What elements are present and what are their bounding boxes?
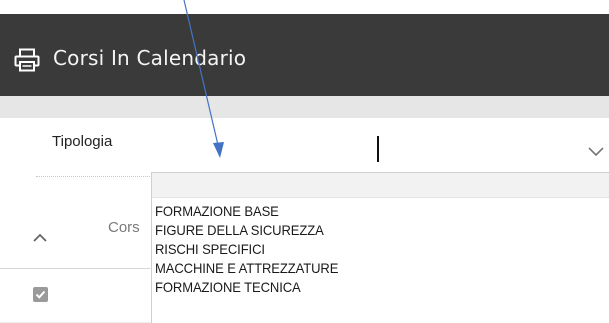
page-title: Corsi In Calendario bbox=[53, 46, 247, 70]
dropdown-option[interactable]: FORMAZIONE BASE bbox=[155, 202, 578, 221]
tipologia-dropdown[interactable]: FORMAZIONE BASE FIGURE DELLA SICUREZZA R… bbox=[151, 172, 609, 323]
field-underline bbox=[36, 176, 152, 177]
dropdown-option[interactable]: MACCHINE E ATTREZZATURE bbox=[155, 259, 578, 278]
row-checkbox[interactable] bbox=[33, 287, 48, 302]
dropdown-option[interactable]: FORMAZIONE TECNICA bbox=[155, 278, 578, 297]
row-divider bbox=[0, 268, 150, 269]
dropdown-option[interactable]: FIGURE DELLA SICUREZZA bbox=[155, 221, 578, 240]
page-header: Corsi In Calendario bbox=[0, 14, 609, 96]
separator-band bbox=[0, 96, 609, 118]
text-cursor bbox=[377, 136, 379, 162]
column-header-corsi[interactable]: Cors bbox=[108, 219, 140, 236]
chevron-down-icon[interactable] bbox=[588, 142, 604, 157]
dropdown-option[interactable]: RISCHI SPECIFICI bbox=[155, 240, 578, 259]
tipologia-label: Tipologia bbox=[52, 133, 113, 150]
top-strip bbox=[0, 0, 609, 14]
chevron-up-icon[interactable] bbox=[33, 227, 47, 242]
printer-icon[interactable] bbox=[14, 48, 40, 72]
dropdown-option-empty[interactable] bbox=[152, 173, 609, 198]
